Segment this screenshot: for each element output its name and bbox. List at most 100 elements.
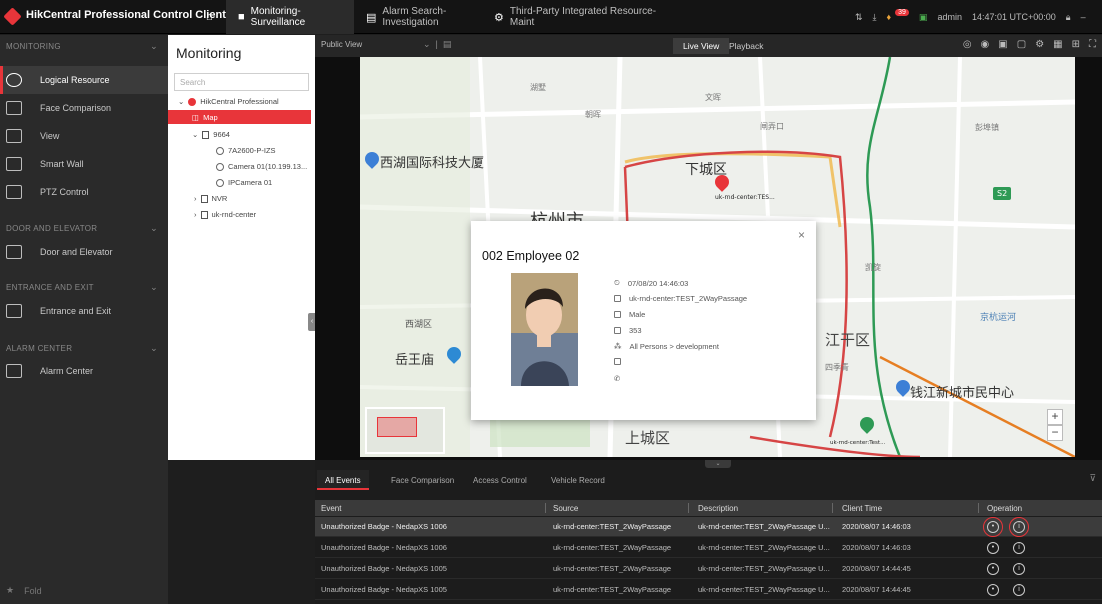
- nav-item-door-elevator[interactable]: Door and Elevator: [0, 238, 168, 266]
- column-divider: [545, 503, 546, 513]
- video-icon: ■: [238, 11, 245, 23]
- chevron-down-icon[interactable]: ⌄ | ▤: [423, 39, 451, 50]
- cell-source: uk-rnd-center:TEST_2WayPassage: [553, 564, 672, 573]
- info-icon[interactable]: i: [1013, 562, 1025, 575]
- eye-icon[interactable]: ◉: [981, 39, 990, 50]
- fold-button[interactable]: ★ Fold: [6, 585, 42, 596]
- chevron-down-icon: ⌄: [150, 222, 158, 233]
- nav-section-door[interactable]: DOOR AND ELEVATOR ⌄: [0, 217, 168, 239]
- tree-node-uk-rnd-center[interactable]: › uk-rnd-center: [194, 210, 256, 219]
- nav-item-face-comparison[interactable]: Face Comparison: [0, 94, 168, 122]
- tab-third-party[interactable]: ⚙ Third-Party Integrated Resource-Maint: [482, 0, 682, 34]
- tab-alarm-search[interactable]: ▤ Alarm Search-Investigation: [354, 0, 482, 34]
- popup-row-time: ⏲ 07/08/20 14:46:03: [614, 278, 689, 288]
- playback-button[interactable]: Playback: [719, 38, 774, 54]
- map-label: 四季青: [825, 363, 849, 372]
- tree-node-camera[interactable]: IPCamera 01: [216, 178, 272, 187]
- tree-node-map[interactable]: ◫ Map: [168, 110, 311, 124]
- tree-node-9664[interactable]: ⌄ 9664: [192, 130, 230, 139]
- nav-item-alarm-center[interactable]: Alarm Center: [0, 357, 168, 385]
- play-icon[interactable]: •: [987, 541, 999, 554]
- chevron-down-icon: ⌄: [178, 97, 185, 106]
- tab-face-comparison[interactable]: Face Comparison: [383, 470, 462, 490]
- grid-icon[interactable]: ⊞: [1072, 39, 1080, 50]
- capture-icon[interactable]: ◎: [963, 39, 972, 50]
- tab-monitoring-surveillance[interactable]: ■ Monitoring-Surveillance: [226, 0, 354, 34]
- transfer-icon[interactable]: ⇅: [855, 12, 863, 23]
- home-tab[interactable]: ⌂: [198, 0, 226, 34]
- tree-node-nvr[interactable]: › NVR: [194, 194, 227, 203]
- tab-all-events[interactable]: All Events: [317, 470, 369, 490]
- cell-operation: • i: [983, 516, 1039, 537]
- info-icon[interactable]: i: [1009, 516, 1029, 537]
- play-icon[interactable]: •: [987, 583, 999, 596]
- col-source[interactable]: Source: [553, 500, 578, 516]
- download-icon[interactable]: ⤓: [873, 12, 877, 23]
- tree-node-camera[interactable]: Camera 01(10.199.13...: [216, 162, 307, 171]
- zoom-in-button[interactable]: +: [1047, 409, 1063, 425]
- col-description[interactable]: Description: [698, 500, 738, 516]
- info-icon[interactable]: i: [1013, 583, 1025, 596]
- play-icon[interactable]: •: [983, 516, 1003, 537]
- fullscreen-icon[interactable]: ⛶: [1089, 39, 1096, 50]
- nav-item-logical-resource[interactable]: Logical Resource: [0, 66, 168, 94]
- nav-item-entrance-exit[interactable]: Entrance and Exit: [0, 297, 168, 325]
- col-operation[interactable]: Operation: [987, 500, 1022, 516]
- zoom-out-button[interactable]: −: [1047, 425, 1063, 441]
- record-icon[interactable]: ▣: [998, 39, 1007, 50]
- minimap[interactable]: [365, 407, 445, 454]
- popup-row-mail: [614, 358, 629, 365]
- building-icon: [200, 194, 208, 203]
- collapse-events-button[interactable]: ⌄: [705, 460, 731, 468]
- nav-section-alarm[interactable]: ALARM CENTER ⌄: [0, 337, 168, 359]
- map-label: 朝晖: [585, 110, 601, 119]
- minimize-icon[interactable]: –: [1081, 12, 1086, 22]
- filter-icon[interactable]: ⊽: [1089, 473, 1096, 484]
- minimap-viewport[interactable]: [377, 417, 417, 437]
- id-card-icon: [614, 327, 621, 334]
- table-row[interactable]: Unauthorized Badge - NedapXS 1005 uk-rnd…: [315, 559, 1102, 579]
- events-table-header: Event Source Description Client Time Ope…: [315, 500, 1102, 516]
- cell-event: Unauthorized Badge - NedapXS 1006: [321, 543, 447, 552]
- screen-icon[interactable]: ▣: [919, 12, 928, 23]
- lock-icon[interactable]: 🔒︎: [1066, 12, 1071, 23]
- notification-count: 39: [895, 8, 909, 16]
- cell-description: uk-rnd-center:TEST_2WayPassage U...: [698, 564, 830, 573]
- nav-item-smart-wall[interactable]: Smart Wall: [0, 150, 168, 178]
- nav-item-ptz-control[interactable]: PTZ Control: [0, 178, 168, 206]
- tree-node-camera[interactable]: 7A2600-P-IZS: [216, 146, 276, 155]
- resource-panel: Monitoring Search ⌄ HikCentral Professio…: [168, 35, 315, 460]
- column-divider: [832, 503, 833, 513]
- panel-title: Monitoring: [176, 45, 242, 61]
- map-label: 上城区: [625, 429, 671, 447]
- table-row[interactable]: Unauthorized Badge - NedapXS 1006 uk-rnd…: [315, 516, 1102, 537]
- info-icon[interactable]: i: [1013, 541, 1025, 554]
- chevron-right-icon: ›: [194, 210, 197, 219]
- nav-section-monitoring[interactable]: MONITORING ⌄: [0, 35, 168, 57]
- play-icon[interactable]: •: [987, 562, 999, 575]
- window-icon[interactable]: ▢: [1017, 39, 1026, 50]
- map-label: 钱江新城市民中心: [910, 386, 1015, 401]
- alarm-bell-icon[interactable]: ♦: [887, 12, 892, 22]
- close-icon[interactable]: ×: [798, 228, 805, 242]
- tab-access-control[interactable]: Access Control: [465, 470, 535, 490]
- settings-icon[interactable]: ⚙: [1035, 39, 1044, 50]
- tab-vehicle-record[interactable]: Vehicle Record: [543, 470, 613, 490]
- search-input[interactable]: Search: [174, 73, 309, 91]
- tree-node-root[interactable]: ⌄ HikCentral Professional: [178, 97, 279, 106]
- map-device-label: uk-rnd-center:TES...: [715, 194, 775, 201]
- col-event[interactable]: Event: [321, 500, 341, 516]
- layout-icon[interactable]: ▦: [1053, 39, 1062, 50]
- clock-time: 14:47:01 UTC+00:00: [971, 12, 1056, 22]
- table-row[interactable]: Unauthorized Badge - NedapXS 1005 uk-rnd…: [315, 580, 1102, 600]
- popup-row-org: ⁂ All Persons > development: [614, 342, 719, 351]
- user-name[interactable]: admin: [937, 12, 962, 22]
- public-view-select[interactable]: Public View: [321, 40, 362, 49]
- nav-section-entrance[interactable]: ENTRANCE AND EXIT ⌄: [0, 276, 168, 298]
- map-label: 岳王庙: [395, 353, 435, 368]
- table-row[interactable]: Unauthorized Badge - NedapXS 1006 uk-rnd…: [315, 538, 1102, 558]
- col-client-time[interactable]: Client Time: [842, 500, 882, 516]
- chevron-down-icon: ⌄: [192, 130, 199, 139]
- face-icon: [6, 101, 22, 115]
- nav-item-view[interactable]: View: [0, 122, 168, 150]
